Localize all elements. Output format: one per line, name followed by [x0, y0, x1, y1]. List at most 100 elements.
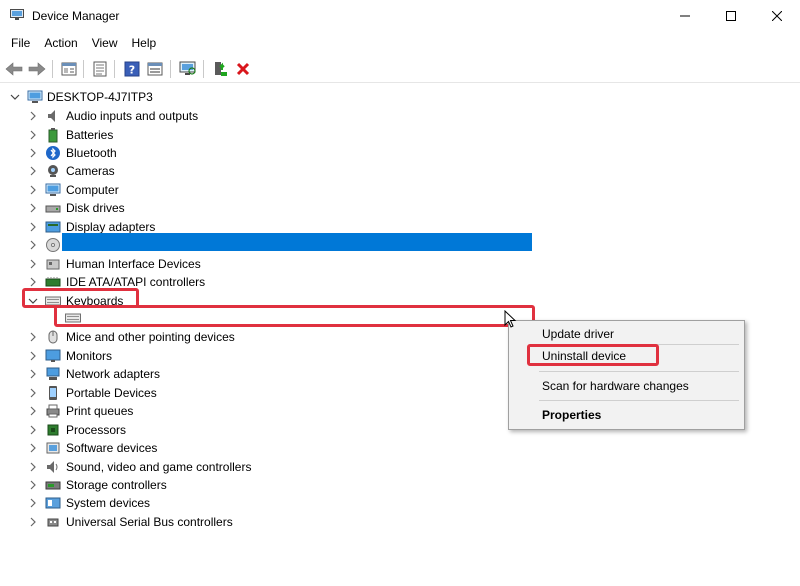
update-driver-icon — [212, 61, 228, 77]
device-view-icon — [147, 61, 163, 77]
tree-category-disk-drives[interactable]: Disk drives — [0, 199, 800, 217]
menu-separator — [539, 400, 739, 401]
chevron-right-icon[interactable] — [28, 443, 38, 453]
minimize-button[interactable] — [662, 0, 708, 32]
tree-category-computer[interactable]: Computer — [0, 181, 800, 199]
menu-action[interactable]: Action — [37, 32, 84, 54]
back-button[interactable] — [4, 59, 24, 79]
device-annotation-box — [54, 305, 535, 327]
scan-hardware-button[interactable] — [178, 59, 198, 79]
chevron-right-icon[interactable] — [28, 277, 38, 287]
toolbar-separator — [170, 60, 171, 78]
chevron-right-icon[interactable] — [28, 388, 38, 398]
chevron-right-icon[interactable] — [28, 369, 38, 379]
hid-icon — [45, 256, 61, 272]
forward-button[interactable] — [27, 59, 47, 79]
properties-icon — [61, 61, 77, 77]
portable-device-icon — [45, 385, 61, 401]
chevron-right-icon[interactable] — [28, 240, 38, 250]
chevron-right-icon[interactable] — [28, 517, 38, 527]
tree-category-system-devices[interactable]: System devices — [0, 494, 800, 512]
help-icon: ? — [124, 61, 140, 77]
toolbar-separator — [203, 60, 204, 78]
sound-icon — [45, 459, 61, 475]
uninstall-annotation-box — [527, 344, 659, 366]
close-icon — [772, 11, 782, 21]
help-button[interactable]: ? — [122, 59, 142, 79]
show-hidden-icon — [92, 61, 108, 77]
tree-category-batteries[interactable]: Batteries — [0, 126, 800, 144]
uninstall-icon — [236, 62, 250, 76]
mouse-cursor-icon — [504, 310, 518, 330]
tree-category-software-devices[interactable]: Software devices — [0, 439, 800, 457]
update-driver-button[interactable] — [210, 59, 230, 79]
chevron-right-icon[interactable] — [28, 222, 38, 232]
tree-category-label: Audio inputs and outputs — [66, 109, 198, 123]
chevron-right-icon[interactable] — [28, 480, 38, 490]
tree-category-label: Universal Serial Bus controllers — [66, 515, 233, 529]
window-title: Device Manager — [32, 9, 119, 23]
chevron-right-icon[interactable] — [28, 166, 38, 176]
network-adapter-icon — [45, 366, 61, 382]
tree-category-sound-video-and-game-controllers[interactable]: Sound, video and game controllers — [0, 458, 800, 476]
monitor-icon — [45, 348, 61, 364]
chevron-right-icon[interactable] — [28, 425, 38, 435]
chevron-right-icon[interactable] — [28, 498, 38, 508]
software-device-icon — [45, 440, 61, 456]
maximize-button[interactable] — [708, 0, 754, 32]
tree-category-label: Batteries — [66, 128, 113, 142]
tree-category-label: Storage controllers — [66, 478, 167, 492]
forward-icon — [28, 62, 46, 76]
display-adapter-icon — [45, 219, 61, 235]
tree-category-label: Computer — [66, 183, 119, 197]
context-menu: Update driver Uninstall device Scan for … — [508, 320, 745, 430]
mouse-icon — [45, 329, 61, 345]
tree-category-universal-serial-bus-controllers[interactable]: Universal Serial Bus controllers — [0, 513, 800, 531]
chevron-right-icon[interactable] — [28, 130, 38, 140]
bluetooth-icon — [45, 145, 61, 161]
processor-icon — [45, 422, 61, 438]
close-button[interactable] — [754, 0, 800, 32]
tree-category-label: Mice and other pointing devices — [66, 330, 235, 344]
maximize-icon — [726, 11, 736, 21]
back-icon — [5, 62, 23, 76]
chevron-right-icon[interactable] — [28, 406, 38, 416]
chevron-right-icon[interactable] — [28, 351, 38, 361]
printer-icon — [45, 403, 61, 419]
properties-button[interactable] — [59, 59, 79, 79]
battery-icon — [45, 127, 61, 143]
tree-category-storage-controllers[interactable]: Storage controllers — [0, 476, 800, 494]
minimize-icon — [680, 11, 690, 21]
chevron-right-icon[interactable] — [28, 148, 38, 158]
chevron-right-icon[interactable] — [28, 462, 38, 472]
chevron-right-icon[interactable] — [28, 332, 38, 342]
uninstall-button[interactable] — [233, 59, 253, 79]
toolbar-separator — [52, 60, 53, 78]
update-driver-menu-item[interactable]: Update driver — [542, 327, 614, 341]
tree-category-label: Display adapters — [66, 220, 155, 234]
scan-hardware-icon — [179, 61, 197, 77]
tree-category-label: Sound, video and game controllers — [66, 460, 251, 474]
dvd-drive-icon — [45, 237, 61, 253]
tree-category-cameras[interactable]: Cameras — [0, 162, 800, 180]
chevron-down-icon[interactable] — [10, 92, 20, 102]
properties-menu-item[interactable]: Properties — [542, 408, 601, 422]
menu-help[interactable]: Help — [125, 32, 164, 54]
menu-file[interactable]: File — [4, 32, 37, 54]
chevron-right-icon[interactable] — [28, 111, 38, 121]
tree-category-bluetooth[interactable]: Bluetooth — [0, 144, 800, 162]
storage-controller-icon — [45, 477, 61, 493]
chevron-right-icon[interactable] — [28, 259, 38, 269]
show-hidden-button[interactable] — [90, 59, 110, 79]
tree-category-label: Disk drives — [66, 201, 125, 215]
tree-root[interactable]: DESKTOP-4J7ITP3 — [0, 88, 800, 106]
chevron-right-icon[interactable] — [28, 185, 38, 195]
tree-category-audio-inputs-and-outputs[interactable]: Audio inputs and outputs — [0, 107, 800, 125]
title-bar: Device Manager — [0, 0, 800, 32]
device-view-button[interactable] — [145, 59, 165, 79]
menu-view[interactable]: View — [85, 32, 125, 54]
chevron-right-icon[interactable] — [28, 203, 38, 213]
scan-hardware-menu-item[interactable]: Scan for hardware changes — [542, 379, 689, 393]
tree-category-label: System devices — [66, 496, 150, 510]
tree-category-human-interface-devices[interactable]: Human Interface Devices — [0, 255, 800, 273]
